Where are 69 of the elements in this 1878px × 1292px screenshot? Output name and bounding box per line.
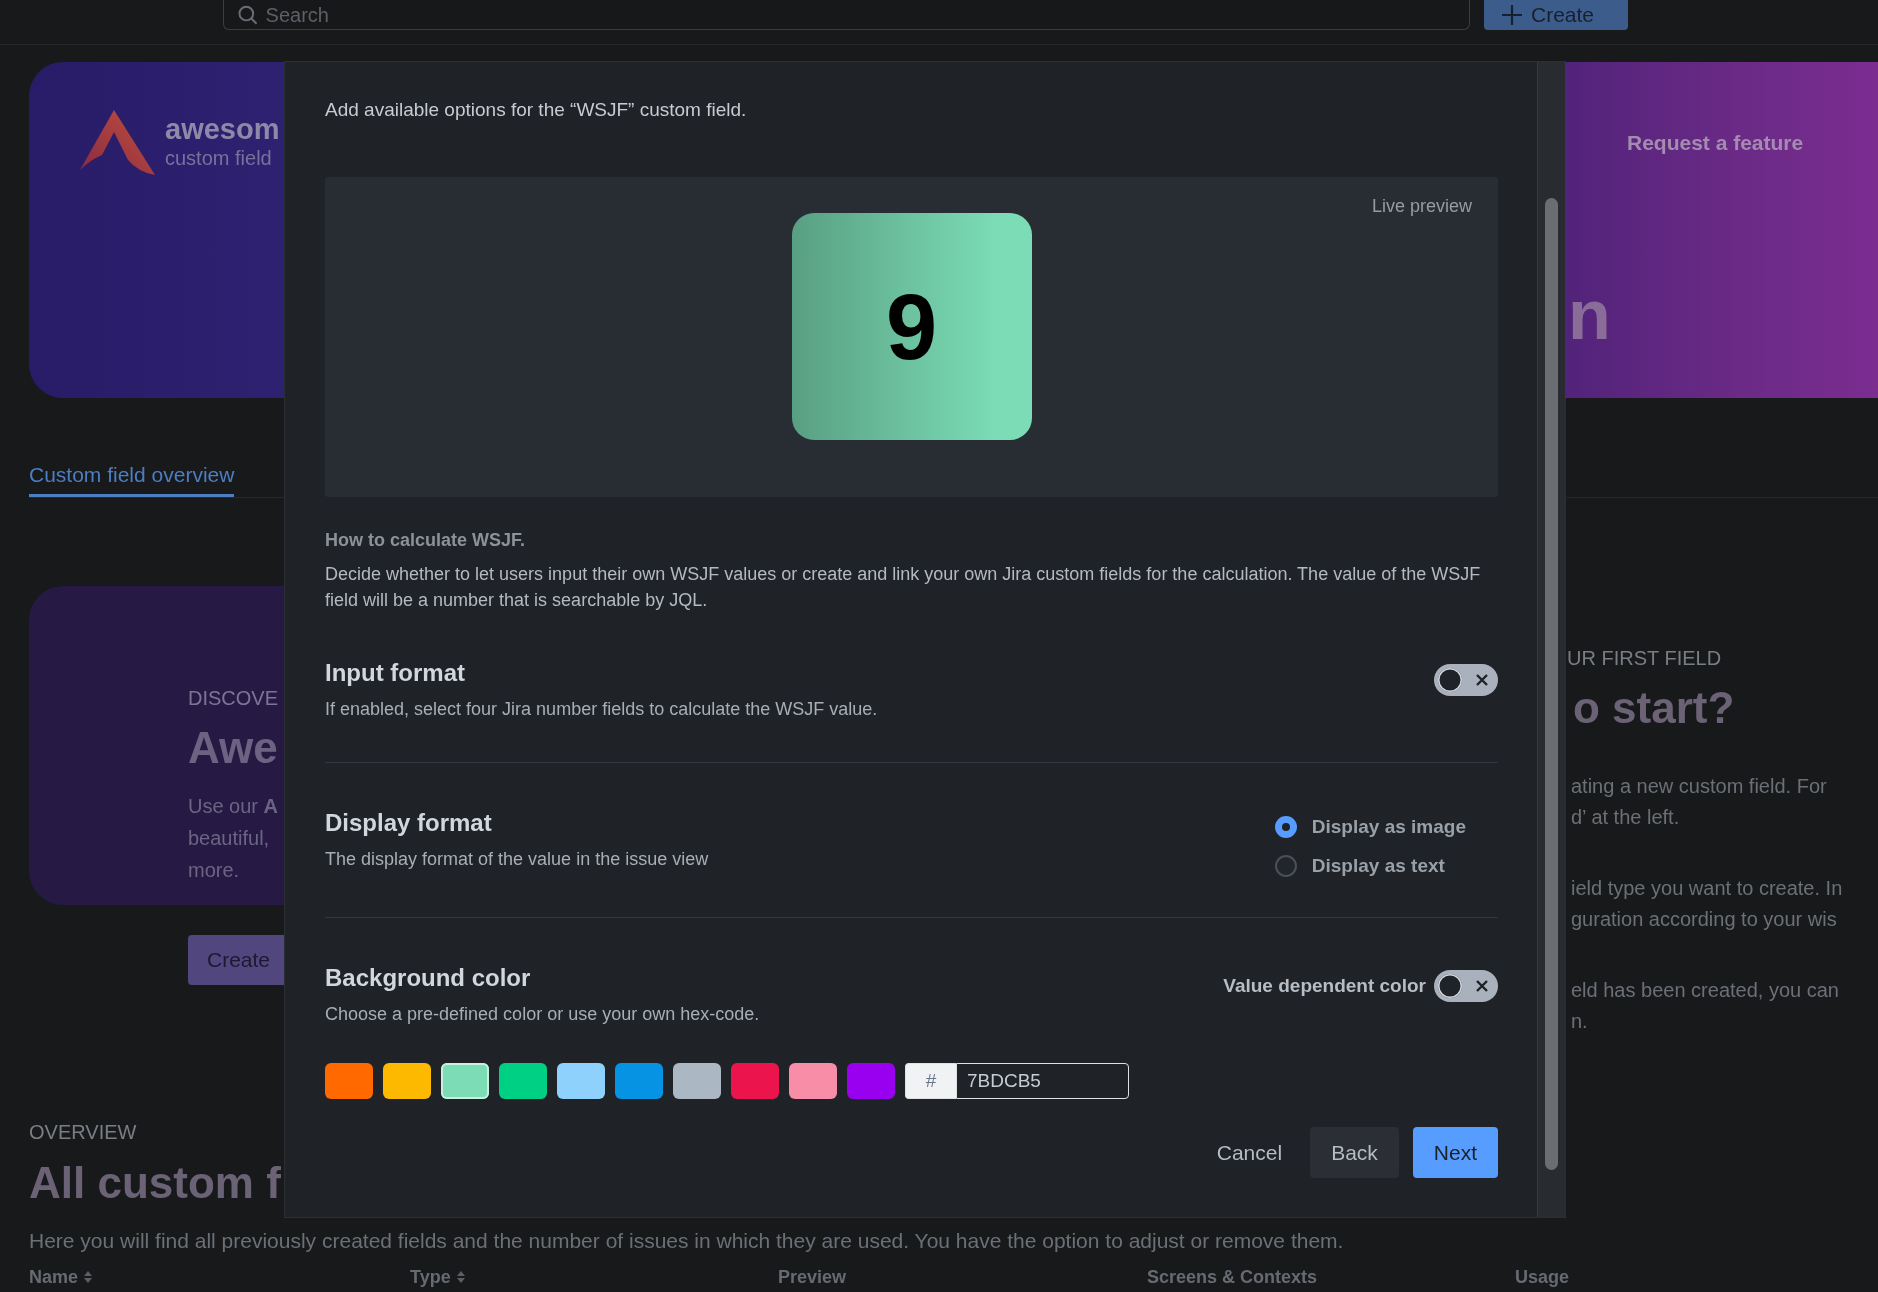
body-text: eld has been created, you can <box>1571 978 1840 1003</box>
column-header[interactable]: Type <box>410 1266 465 1288</box>
logo-wordmark: awesom <box>165 113 280 145</box>
section-heading: Input format <box>325 658 466 688</box>
color-swatch[interactable] <box>731 1063 779 1099</box>
sort-icon <box>456 1271 465 1283</box>
section-heading: Display format <box>325 808 493 838</box>
plus-icon <box>1502 5 1522 25</box>
cross-icon <box>1476 980 1488 992</box>
eyebrow-text: OVERVIEW <box>29 1120 138 1144</box>
sort-icon <box>84 1271 93 1283</box>
toggle-switch[interactable] <box>1434 664 1498 696</box>
radio-label[interactable]: Display as text <box>1311 854 1445 878</box>
subheading: How to calculate WSJF. <box>325 529 527 552</box>
column-header: Usage <box>1515 1266 1570 1288</box>
card-text: Use our A <box>188 794 280 819</box>
color-swatch[interactable] <box>383 1063 431 1099</box>
next-button[interactable]: Next <box>1412 1127 1498 1178</box>
preview-label: Live preview <box>1371 195 1472 218</box>
tab[interactable]: Custom field overview <box>29 462 235 497</box>
color-swatch[interactable] <box>499 1063 547 1099</box>
eyebrow-text: DISCOVE <box>188 686 280 710</box>
color-swatch[interactable] <box>615 1063 663 1099</box>
body-text: d’ at the left. <box>1571 805 1681 830</box>
section-heading: Background color <box>325 963 532 993</box>
search-input[interactable]: Search <box>265 2 1455 27</box>
radio-label[interactable]: Display as image <box>1311 815 1466 839</box>
banner-heading: n <box>1568 280 1611 350</box>
hex-prefix: # <box>905 1063 956 1099</box>
radio-button[interactable] <box>1274 855 1297 877</box>
color-swatch[interactable] <box>441 1063 489 1099</box>
section-description: Here you will find all previously created fields and the number of issues in which they are used. You have the option to adjust or remove them. <box>28 1228 1345 1254</box>
value-tile: 9 <box>791 213 1032 440</box>
body-text: ield type you want to create. In <box>1571 876 1844 901</box>
color-swatch[interactable] <box>673 1063 721 1099</box>
card-title: Awe <box>188 722 279 774</box>
section-description: If enabled, select four Jira number fields to calculate the WSJF value. <box>325 698 878 721</box>
color-swatch[interactable] <box>325 1063 373 1099</box>
logo-tagline: custom field <box>165 146 273 171</box>
body-text: guration according to your wis <box>1571 907 1838 932</box>
eyebrow-text: UR FIRST FIELD <box>1566 646 1723 670</box>
radio-button[interactable] <box>1274 816 1297 838</box>
search-field[interactable]: Search <box>223 0 1470 30</box>
color-swatch[interactable] <box>557 1063 605 1099</box>
card-text: more. <box>188 858 241 883</box>
section-description: Choose a pre-defined color or use your own hex-code. <box>325 1003 760 1026</box>
logo-icon <box>80 110 155 175</box>
column-header: Screens & Contexts <box>1147 1266 1318 1288</box>
body-text: ating a new custom field. For <box>1571 774 1828 799</box>
scrollbar-thumb[interactable] <box>1545 198 1558 1170</box>
back-button[interactable]: Back <box>1310 1127 1399 1178</box>
dialog-intro: Add available options for the “WSJF” custom field. <box>325 98 748 122</box>
calculation-description: Decide whether to let users input their own WSJF values or create and link your own Jira custom fields for the calculation. The value of the WSJF field will be a number that is searchable by JQL. <box>325 563 1482 612</box>
color-swatch[interactable] <box>847 1063 895 1099</box>
request-feature-link[interactable]: Request a feature <box>1627 131 1804 155</box>
column-header: Preview <box>778 1266 847 1288</box>
column-header[interactable]: Name <box>29 1266 93 1288</box>
toggle-label: Value dependent color <box>1223 974 1426 998</box>
section-title: o start? <box>1572 682 1736 734</box>
section-description: The display format of the value in the issue view <box>325 848 709 871</box>
section-title: All custom f <box>29 1157 282 1209</box>
toggle-switch[interactable] <box>1434 970 1498 1002</box>
body-text: n. <box>1571 1009 1589 1034</box>
card-text: beautiful, <box>188 826 271 851</box>
cross-icon <box>1476 674 1488 686</box>
hex-input[interactable]: 7BDCB5 <box>956 1063 1129 1099</box>
cancel-button[interactable]: Cancel <box>1202 1127 1297 1178</box>
search-icon <box>238 4 258 25</box>
color-swatch[interactable] <box>789 1063 837 1099</box>
